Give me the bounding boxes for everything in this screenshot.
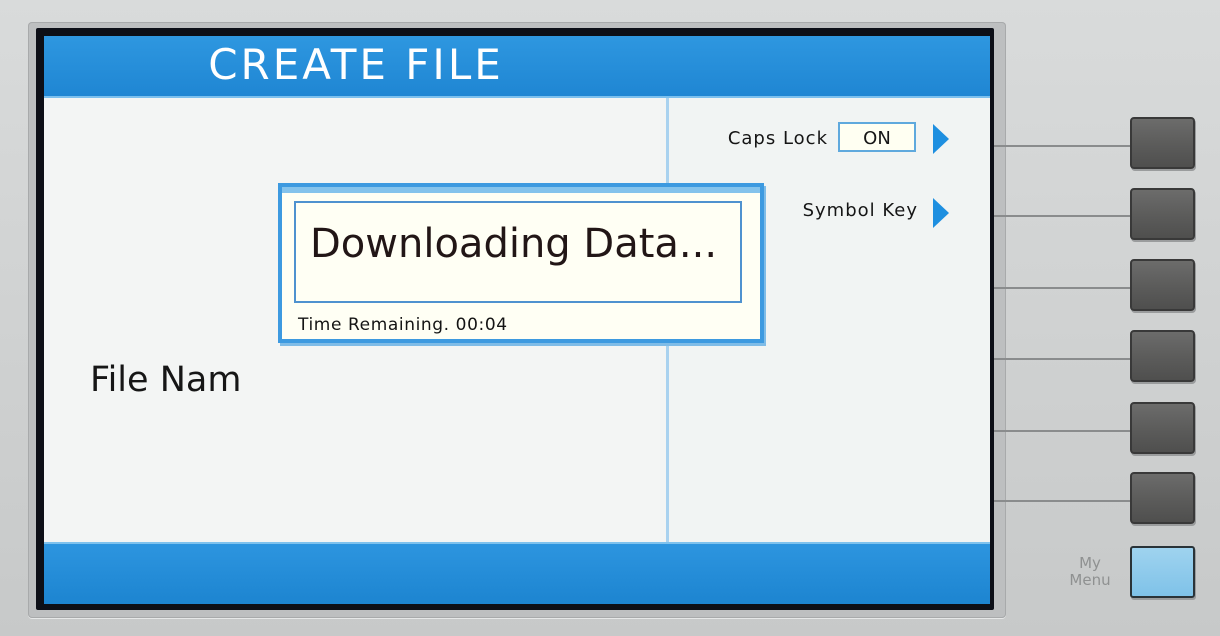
softkey-symbol-key-button[interactable]: [1130, 188, 1195, 240]
my-menu-label-line-1: My: [1079, 554, 1101, 572]
softkey-1-line: [994, 145, 1130, 147]
dialog-top-strip: [282, 187, 760, 193]
my-menu-button[interactable]: [1130, 546, 1195, 598]
time-remaining-text: Time Remaining. 00:04: [298, 315, 508, 335]
softkey-4-button[interactable]: [1130, 330, 1195, 382]
dialog-message: Downloading Data...: [310, 221, 718, 267]
softkey-5-line: [994, 430, 1130, 432]
caps-lock-arrow-icon: [933, 124, 949, 154]
softkey-3-button[interactable]: [1130, 259, 1195, 311]
softkey-2-line: [994, 215, 1130, 217]
bottom-status-bar: [44, 542, 990, 604]
lcd-screen: CREATE FILE File Nam Caps Lock ON Symbol…: [44, 36, 990, 604]
symbol-key-arrow-icon: [933, 198, 949, 228]
my-menu-label-line-2: Menu: [1069, 571, 1111, 589]
dialog-message-box: Downloading Data...: [294, 201, 742, 303]
softkey-6-line: [994, 500, 1130, 502]
softkey-caps-lock-button[interactable]: [1130, 117, 1195, 169]
caps-lock-label: Caps Lock: [727, 128, 828, 149]
softkey-3-line: [994, 287, 1130, 289]
softkey-6-button[interactable]: [1130, 472, 1195, 524]
symbol-key-label: Symbol Key: [802, 200, 918, 221]
title-bar: CREATE FILE: [44, 36, 990, 98]
page-title: CREATE FILE: [208, 40, 504, 89]
file-name-label: File Nam: [90, 360, 242, 400]
softkey-5-button[interactable]: [1130, 402, 1195, 454]
my-menu-label: My Menu: [1062, 555, 1118, 589]
caps-lock-value[interactable]: ON: [838, 122, 916, 152]
download-progress-dialog: Downloading Data... Time Remaining. 00:0…: [278, 183, 764, 343]
softkey-4-line: [994, 358, 1130, 360]
